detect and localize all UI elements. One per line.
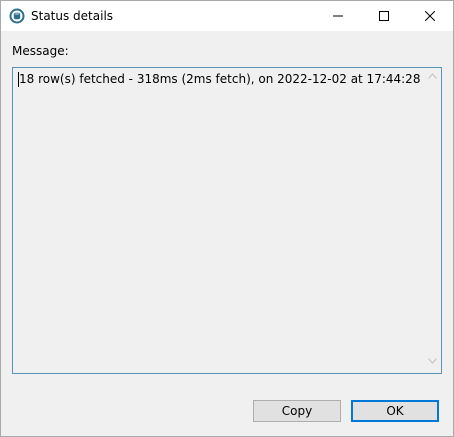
- message-textbox[interactable]: 18 row(s) fetched - 318ms (2ms fetch), o…: [12, 67, 442, 374]
- minimize-icon: [333, 15, 343, 17]
- scroll-down-arrow-icon[interactable]: [428, 358, 437, 364]
- message-label: Message:: [12, 44, 69, 58]
- window-title: Status details: [31, 9, 114, 23]
- minimize-button[interactable]: [315, 1, 361, 31]
- database-icon: [9, 8, 25, 24]
- message-text[interactable]: 18 row(s) fetched - 318ms (2ms fetch), o…: [19, 72, 420, 87]
- close-button[interactable]: [407, 1, 453, 31]
- maximize-button[interactable]: [361, 1, 407, 31]
- scroll-up-arrow-icon[interactable]: [428, 73, 437, 79]
- maximize-icon: [379, 11, 389, 21]
- ok-button[interactable]: OK: [351, 400, 439, 422]
- copy-button[interactable]: Copy: [253, 400, 341, 422]
- status-details-dialog: Status details Message: 18 row(s) fetche…: [0, 0, 454, 437]
- close-icon: [425, 11, 435, 21]
- vertical-scrollbar[interactable]: [424, 68, 441, 373]
- title-bar[interactable]: Status details: [1, 1, 453, 31]
